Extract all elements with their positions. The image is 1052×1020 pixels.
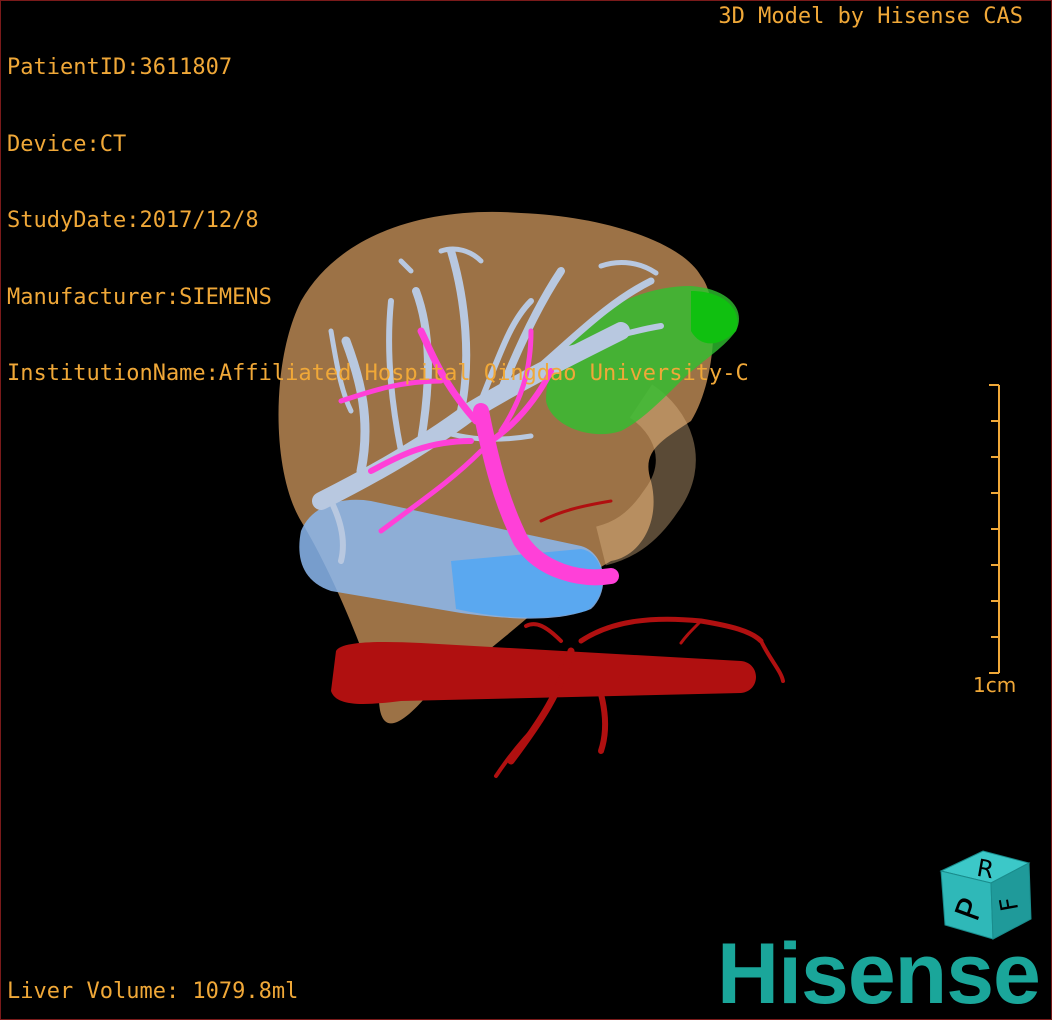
device-label: Device:CT [7,131,127,157]
institution-label: InstitutionName:Affiliated Hospital Qing… [7,361,749,386]
aorta [331,641,756,704]
scale-label: 1cm [973,673,1017,697]
patient-id-label: PatientID:3611807 [7,55,233,80]
study-date-label: StudyDate:2017/12/8 [7,208,259,233]
dicom-info-block: PatientID:3611807 Device:CT StudyDate:20… [7,4,749,438]
manufacturer-label: Manufacturer:SIEMENS [7,284,272,310]
liver-volume-label: Liver Volume: 1079.8ml [7,979,299,1004]
hisense-logo: Hisense [717,926,1041,1020]
model-caption: 3D Model by Hisense CAS [718,4,1023,29]
scale-bar [989,384,1000,674]
3d-viewport[interactable]: PatientID:3611807 Device:CT StudyDate:20… [0,0,1052,1020]
